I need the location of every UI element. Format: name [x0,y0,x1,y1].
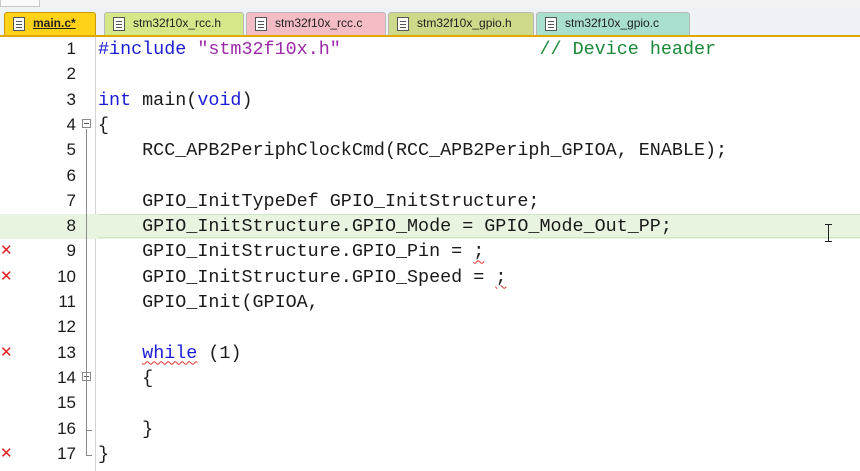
fold-guide-line [86,381,87,430]
tab-stm32f10x-gpio-h[interactable]: stm32f10x_gpio.h [388,12,534,35]
error-cross-icon[interactable]: ✕ [0,243,13,258]
error-cross-icon[interactable]: ✕ [0,268,13,283]
tab-main-c[interactable]: main.c* [4,12,96,35]
fold-guide-end [86,454,92,456]
code-line[interactable]: 1 #include "stm32f10x.h" // Device header [0,37,860,62]
code-line[interactable]: ✕ 9 GPIO_InitStructure.GPIO_Pin = ; [0,239,860,264]
code-line[interactable]: 12 [0,315,860,340]
editor-tab-bar: main.c* stm32f10x_rcc.h stm32f10x_rcc.c … [0,8,860,37]
tab-stm32f10x-rcc-h[interactable]: stm32f10x_rcc.h [104,12,244,35]
code-token: } [98,443,110,465]
code-token: "stm32f10x.h" [197,39,341,60]
line-number: 11 [58,292,76,311]
line-number: 13 [57,342,76,362]
file-icon [397,17,409,31]
code-text: RCC_APB2PeriphClockCmd(RCC_APB2Periph_GP… [98,138,727,163]
code-token: ) [241,89,253,111]
code-token: void [197,89,242,111]
code-token: GPIO_InitStructure.GPIO_Pin = [98,241,474,263]
code-text: GPIO_InitStructure.GPIO_Speed = ; [98,265,506,290]
code-token: { [98,367,154,389]
line-number: 9 [66,241,76,261]
code-line[interactable]: 16 } [0,417,860,442]
code-text: GPIO_InitTypeDef GPIO_InitStructure; [98,189,539,214]
code-line[interactable]: 8 GPIO_InitStructure.GPIO_Mode = GPIO_Mo… [0,214,860,240]
window-control-stub [0,0,40,7]
error-cross-icon[interactable]: ✕ [0,445,13,460]
text-cursor-icon [824,223,834,243]
line-number: 1 [66,39,76,58]
code-text: } [98,442,109,467]
code-token: int [98,89,132,111]
tab-label: stm32f10x_gpio.h [417,16,512,30]
code-line[interactable]: 7 GPIO_InitTypeDef GPIO_InitStructure; [0,189,860,214]
code-text: int main(void) [98,88,253,113]
code-token: ; [495,266,507,288]
tab-label: stm32f10x_rcc.c [275,16,363,30]
file-icon [113,17,125,31]
window-top-strip [0,0,860,8]
tab-stm32f10x-rcc-c[interactable]: stm32f10x_rcc.c [246,12,386,35]
tab-stm32f10x-gpio-c[interactable]: stm32f10x_gpio.c [536,12,690,35]
code-text: #include "stm32f10x.h" // Device header [98,37,716,62]
line-number: 2 [66,64,76,84]
code-token: main( [131,89,198,111]
code-text: { [98,113,109,138]
line-number: 14 [57,367,76,387]
code-token: { [98,114,110,136]
code-token: GPIO_InitStructure.GPIO_Mode = GPIO_Mode… [98,216,672,238]
code-editor[interactable]: 1 #include "stm32f10x.h" // Device header… [0,37,860,471]
fold-guide-end [86,429,92,431]
line-number: 6 [66,165,76,185]
tab-label: main.c* [33,16,76,30]
code-token: #include [98,39,198,60]
error-cross-icon[interactable]: ✕ [0,344,13,359]
code-line[interactable]: 6 [0,164,860,189]
code-line[interactable]: ✕ 10 GPIO_InitStructure.GPIO_Speed = ; [0,265,860,290]
tab-label: stm32f10x_gpio.c [565,16,660,30]
code-line[interactable]: 14 { [0,366,860,391]
code-token: while [142,342,198,364]
code-line[interactable]: 2 [0,62,860,87]
code-text: GPIO_InitStructure.GPIO_Mode = GPIO_Mode… [98,214,672,239]
code-line[interactable]: ✕ 17} [0,442,860,467]
code-line[interactable]: 3 int main(void) [0,88,860,113]
line-number: 15 [57,393,76,413]
line-number: 17 [57,443,76,463]
code-token: (1) [197,342,242,364]
code-line[interactable]: 15 [0,391,860,416]
code-text: GPIO_InitStructure.GPIO_Pin = ; [98,239,484,264]
file-icon [13,17,25,31]
code-line[interactable]: 4{ [0,113,860,138]
code-token: ; [473,241,485,263]
code-token: RCC_APB2PeriphClockCmd(RCC_APB2Periph_GP… [98,140,728,162]
code-token: } [98,418,154,440]
code-line[interactable]: 5 RCC_APB2PeriphClockCmd(RCC_APB2Periph_… [0,138,860,163]
line-number: 3 [66,89,76,109]
line-number: 5 [66,140,76,160]
fold-collapse-icon[interactable] [82,118,91,128]
code-token: GPIO_InitStructure.GPIO_Speed = [98,266,496,288]
code-line[interactable]: ✕ 13 while (1) [0,341,860,366]
file-icon [545,17,557,31]
code-token: // Device header [539,39,717,60]
code-text: GPIO_Init(GPIOA, [98,290,319,315]
tab-label: stm32f10x_rcc.h [133,16,222,30]
line-number: 16 [57,418,76,438]
code-text: { [98,366,153,391]
code-token: GPIO_Init(GPIOA, [98,292,319,313]
code-text: while (1) [98,341,242,366]
line-number: 10 [57,266,76,286]
line-number: 7 [66,190,76,210]
line-number: 8 [66,216,76,236]
line-number: 12 [57,317,76,337]
code-line[interactable]: 11 GPIO_Init(GPIOA, [0,290,860,315]
code-token: GPIO_InitTypeDef GPIO_InitStructure; [98,190,540,212]
file-icon [255,17,267,31]
code-text: } [98,417,153,442]
line-number: 4 [66,114,76,134]
